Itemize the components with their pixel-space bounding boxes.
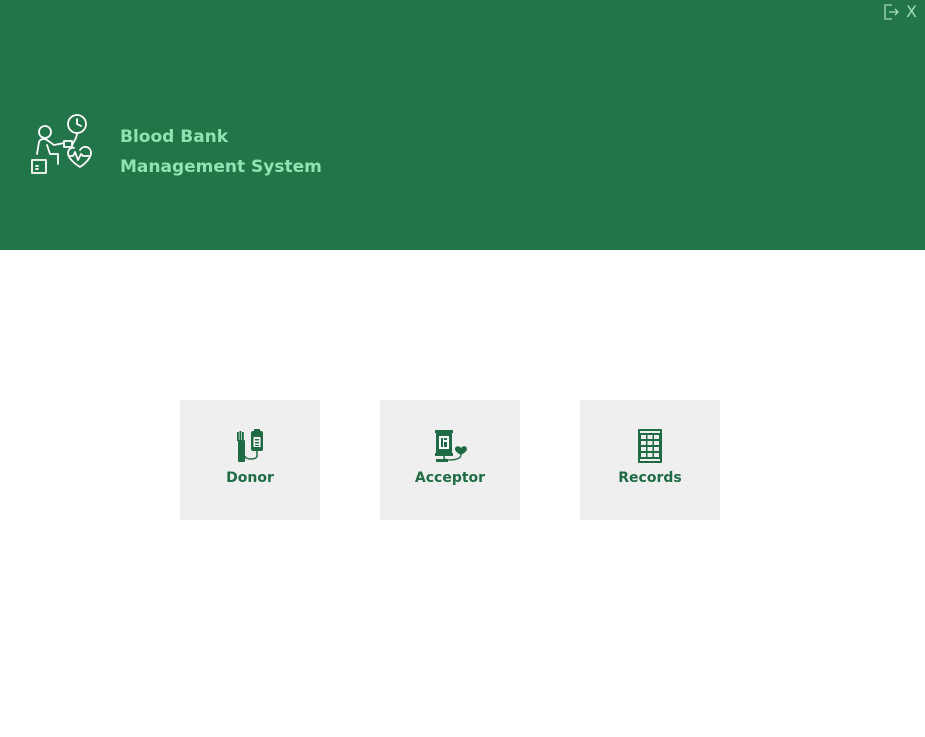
records-label: Records bbox=[618, 470, 682, 486]
app-title-line2: Management System bbox=[120, 157, 322, 177]
donor-tile[interactable]: Donor bbox=[180, 400, 320, 520]
acceptor-tile[interactable]: Acceptor bbox=[380, 400, 520, 520]
app-header: X Blood Bank Management System bbox=[0, 0, 925, 250]
donor-label: Donor bbox=[226, 470, 274, 486]
blood-donation-icon bbox=[237, 429, 263, 462]
records-cabinet-icon bbox=[638, 429, 662, 463]
records-tile[interactable]: Records bbox=[580, 400, 720, 520]
close-button[interactable]: X bbox=[904, 2, 919, 22]
acceptor-label: Acceptor bbox=[414, 470, 486, 486]
app-title-line1: Blood Bank bbox=[120, 127, 229, 147]
window-controls: X bbox=[882, 2, 919, 22]
blood-acceptor-icon bbox=[435, 430, 467, 462]
doctor-heart-monitor-icon bbox=[31, 114, 92, 174]
app-title: Blood Bank Management System bbox=[120, 122, 322, 182]
logout-icon bbox=[884, 4, 899, 20]
logout-button[interactable] bbox=[882, 3, 900, 21]
